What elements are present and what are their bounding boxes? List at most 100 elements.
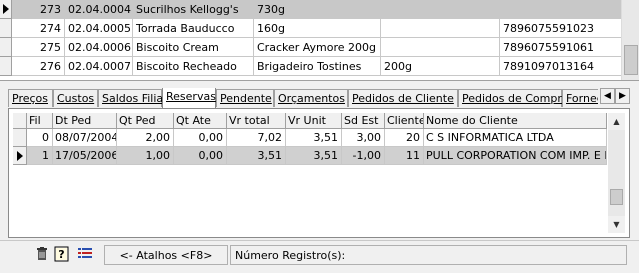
- cell-ref: 02.04.0004: [65, 0, 133, 19]
- column-header[interactable]: Qt Ped: [117, 113, 174, 129]
- svg-text:?: ?: [58, 248, 64, 261]
- cell-desc: 160g: [254, 19, 381, 38]
- tab-pendente[interactable]: Pendente: [216, 89, 274, 107]
- cell-extra: 200g: [381, 57, 500, 76]
- row-indicator[interactable]: [0, 19, 12, 38]
- trash-icon[interactable]: [34, 246, 50, 262]
- tab-label: Preços: [12, 92, 48, 105]
- tab-label: Pendente: [220, 92, 272, 105]
- cell-name: Torrada Bauducco: [133, 19, 254, 38]
- tab-fornece[interactable]: Fornece: [562, 89, 598, 107]
- tab-saldos-filial[interactable]: Saldos Filial: [98, 89, 166, 107]
- cell-nome: PULL CORPORATION COM IMP. E EX: [424, 147, 607, 165]
- cell-qt_ped: 1,00: [117, 147, 174, 165]
- cell-nome: C S INFORMATICA LTDA: [424, 129, 607, 147]
- tab-scroll-right-button[interactable]: ▶: [615, 88, 630, 104]
- tab-label: Pedidos de Compra: [462, 92, 569, 105]
- tab-preços[interactable]: Preços: [8, 89, 53, 107]
- cell-code: 275: [12, 38, 65, 57]
- table-row[interactable]: 0 08/07/2004 2,00 0,00 7,02 3,51 3,00 20 C S INF…: [9, 129, 607, 147]
- tab-custos[interactable]: Custos: [53, 89, 98, 107]
- splitter[interactable]: [0, 80, 639, 85]
- tab-pedidos-de-cliente[interactable]: Pedidos de Cliente: [348, 89, 458, 107]
- cell-desc: Brigadeiro Tostines: [254, 57, 381, 76]
- cell-desc: 730g: [254, 0, 381, 19]
- cell-name: Sucrilhos Kellogg's: [133, 0, 254, 19]
- cell-fil: 1: [27, 147, 53, 165]
- tab-label: Reservas: [166, 90, 216, 103]
- cell-ean: 7896075591023: [500, 19, 622, 38]
- cell-sd_est: -1,00: [342, 147, 385, 165]
- cell-fil: 0: [27, 129, 53, 147]
- cell-extra: [381, 0, 500, 19]
- table-row[interactable]: 274 02.04.0005 Torrada Bauducco 160g 7896075…: [0, 19, 639, 38]
- help-icon[interactable]: ?: [54, 246, 70, 262]
- cell-vr_unit: 3,51: [286, 129, 342, 147]
- tab-label: Orçamentos: [278, 92, 345, 105]
- header-corner: [13, 113, 27, 129]
- cell-vr_total: 3,51: [227, 147, 286, 165]
- table-row[interactable]: 276 02.04.0007 Biscoito Recheado Brigadeiro…: [0, 57, 639, 76]
- scrollbar-thumb[interactable]: [610, 189, 623, 205]
- column-header[interactable]: Cliente: [385, 113, 424, 129]
- row-indicator[interactable]: [13, 147, 27, 165]
- cell-ref: 02.04.0007: [65, 57, 133, 76]
- cell-qt_ate: 0,00: [174, 147, 227, 165]
- cell-ean: [500, 0, 622, 19]
- records-count-label: Número Registro(s):: [230, 245, 627, 265]
- cell-qt_ped: 2,00: [117, 129, 174, 147]
- cell-ref: 02.04.0006: [65, 38, 133, 57]
- cell-code: 273: [12, 0, 65, 19]
- scroll-down-button[interactable]: ▼: [608, 216, 625, 233]
- scroll-up-button[interactable]: ▲: [608, 113, 625, 130]
- row-indicator[interactable]: [0, 57, 12, 76]
- cell-name: Biscoito Recheado: [133, 57, 254, 76]
- cell-dt_ped: 08/07/2004: [53, 129, 117, 147]
- tab-scroll-left-button[interactable]: ◀: [600, 88, 615, 104]
- cell-ean: 7891097013164: [500, 57, 622, 76]
- cell-qt_ate: 0,00: [174, 129, 227, 147]
- scrollbar-thumb[interactable]: [624, 45, 638, 75]
- column-header[interactable]: Fil: [27, 113, 53, 129]
- tab-label: Saldos Filial: [102, 92, 167, 105]
- reservas-vertical-scrollbar[interactable]: ▲ ▼: [608, 113, 625, 233]
- cell-ean: 7896075591061: [500, 38, 622, 57]
- detail-tabs: Preços Custos Saldos Filial Reservas Pendent…: [8, 88, 598, 108]
- products-vertical-scrollbar[interactable]: [621, 0, 639, 80]
- row-indicator[interactable]: [13, 129, 27, 147]
- column-header[interactable]: Vr total: [227, 113, 286, 129]
- cell-sd_est: 3,00: [342, 129, 385, 147]
- row-indicator[interactable]: [0, 0, 12, 19]
- cell-desc: Cracker Aymore 200g: [254, 38, 381, 57]
- table-row[interactable]: 1 17/05/2006 1,00 0,00 3,51 3,51 -1,00 11 PULL C…: [9, 147, 607, 165]
- tab-label: Fornece: [566, 92, 598, 105]
- products-grid[interactable]: 273 02.04.0004 Sucrilhos Kellogg's 730g 274 0…: [0, 0, 639, 80]
- tab-label: Pedidos de Cliente: [352, 92, 454, 105]
- cell-code: 276: [12, 57, 65, 76]
- reservas-grid[interactable]: Fil Dt Ped Qt Ped Qt Ate Vr total Vr Unit Sd E…: [8, 108, 630, 238]
- cell-name: Biscoito Cream: [133, 38, 254, 57]
- tab-orçamentos[interactable]: Orçamentos: [274, 89, 348, 107]
- cell-cliente: 11: [385, 147, 424, 165]
- row-indicator[interactable]: [0, 38, 12, 57]
- tab-label: Custos: [57, 92, 95, 105]
- column-header[interactable]: Vr Unit: [286, 113, 342, 129]
- column-header[interactable]: Nome do Cliente: [424, 113, 607, 129]
- table-row[interactable]: 275 02.04.0006 Biscoito Cream Cracker Aymor…: [0, 38, 639, 57]
- list-settings-icon[interactable]: [77, 246, 93, 262]
- tab-pedidos-de-compra[interactable]: Pedidos de Compra: [458, 89, 569, 107]
- cell-extra: [381, 19, 500, 38]
- cell-vr_total: 7,02: [227, 129, 286, 147]
- cell-code: 274: [12, 19, 65, 38]
- cell-cliente: 20: [385, 129, 424, 147]
- cell-ref: 02.04.0005: [65, 19, 133, 38]
- cell-dt_ped: 17/05/2006: [53, 147, 117, 165]
- table-row[interactable]: 273 02.04.0004 Sucrilhos Kellogg's 730g: [0, 0, 639, 19]
- tab-reservas[interactable]: Reservas: [162, 88, 216, 108]
- shortcuts-label[interactable]: <- Atalhos <F8>: [104, 245, 228, 265]
- column-header[interactable]: Dt Ped: [53, 113, 117, 129]
- cell-extra: [381, 38, 500, 57]
- column-header[interactable]: Qt Ate: [174, 113, 227, 129]
- cell-vr_unit: 3,51: [286, 147, 342, 165]
- column-header[interactable]: Sd Est: [342, 113, 385, 129]
